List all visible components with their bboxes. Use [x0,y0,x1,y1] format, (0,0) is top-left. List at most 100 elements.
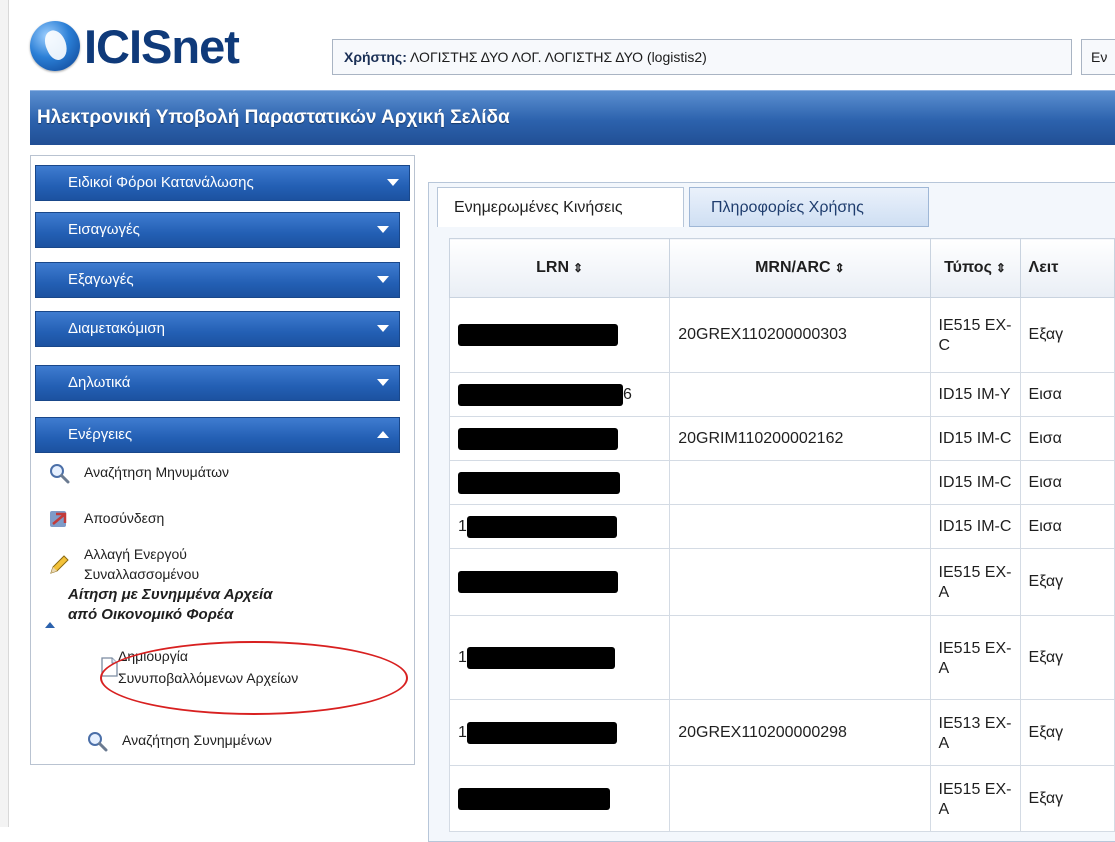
column-header-type[interactable]: Τύπος ⇕ [929,238,1021,298]
chevron-down-icon [377,379,389,386]
table-row[interactable]: ID15 IM-C Εισα [448,460,1115,505]
sidebar-item-create-attachments[interactable]: Δημιουργία Συνυποβαλλόμενων Αρχείων [98,646,398,690]
sort-icon: ⇕ [995,261,1006,275]
subsection-line1: Αίτηση με Συνημμένα Αρχεία [68,586,273,603]
left-edge-strip [0,0,9,827]
chevron-down-icon [377,226,389,233]
column-header-direction[interactable]: Λειτ [1019,238,1115,298]
cell-mrn [669,615,931,700]
cell-lrn: 1 [448,699,671,766]
page-title-bar: Ηλεκτρονική Υποβολή Παραστατικών Αρχική … [30,90,1115,145]
sidebar-item-logout[interactable]: Αποσύνδεση [48,508,378,530]
globe-icon [30,21,80,71]
tab-updated-movements[interactable]: Ενημερωμένες Κινήσεις [437,187,684,227]
cell-direction: Εισα [1019,460,1115,505]
sidebar-item-label-line1: Δημιουργία [118,648,188,664]
cell-mrn: 20GREX110200000298 [669,699,931,766]
table-row[interactable]: 1 ID15 IM-C Εισα [448,504,1115,549]
cell-mrn [669,765,931,832]
sidebar-item-label: Αναζήτηση Συνημμένων [122,732,272,748]
redacted-lrn [458,471,620,494]
cell-type: IE515 EX- A [929,765,1021,832]
column-header-mrn[interactable]: MRN/ARC ⇕ [669,238,931,298]
column-header-lrn[interactable]: LRN ⇕ [448,238,671,298]
menu-imports[interactable]: Εισαγωγές [35,212,400,248]
menu-label: Ειδικοί Φόροι Κατανάλωσης [68,174,254,191]
sidebar-item-label-line1: Αλλαγή Ενεργού [84,546,187,562]
cell-direction: Εξαγ [1019,615,1115,700]
table-row[interactable]: IE515 EX- A Εξαγ [448,548,1115,616]
document-icon [101,657,118,677]
chevron-down-icon [387,179,399,186]
cell-mrn: 20GRIM110200002162 [669,416,931,461]
cell-direction: Εισα [1019,416,1115,461]
redacted-lrn [458,427,618,450]
cell-direction: Εξαγ [1019,297,1115,373]
cell-mrn [669,460,931,505]
menu-exports[interactable]: Εξαγωγές [35,262,400,298]
chevron-down-icon [377,325,389,332]
redacted-lrn [466,721,617,744]
header-side-box[interactable]: Εν [1081,39,1115,75]
app-logo[interactable]: ICISnet [30,18,240,74]
sidebar-item-change-trader[interactable]: Αλλαγή Ενεργού Συναλλασσομένου [48,544,378,588]
table-row[interactable]: 20GREX110200000303 IE515 EX- C Εξαγ [448,297,1115,373]
menu-excise-taxes[interactable]: Ειδικοί Φόροι Κατανάλωσης [35,165,410,201]
redacted-lrn [458,571,618,593]
collapse-arrow-icon[interactable] [45,622,55,628]
menu-actions[interactable]: Ενέργειες [35,417,400,453]
movements-table: LRN ⇕ MRN/ARC ⇕ Τύπος ⇕ Λειτ 20GREX11020000… [448,238,1115,832]
cell-lrn: 1 [448,504,671,549]
redacted-lrn [458,383,623,406]
table-row[interactable]: IE515 EX- A Εξαγ [448,765,1115,832]
page-title: Ηλεκτρονική Υποβολή Παραστατικών Αρχική … [37,107,510,128]
redacted-lrn [466,515,617,538]
subsection-line2: από Οικονομικό Φορέα [68,606,234,623]
cell-mrn [669,548,931,616]
table-row[interactable]: 1 IE515 EX- A Εξαγ [448,615,1115,700]
chevron-up-icon [377,431,389,438]
cell-type: ID15 IM-Y [929,372,1021,417]
redacted-lrn [458,787,610,810]
logo-text: ICISnet [84,19,240,73]
cell-type: IE515 EX- A [929,548,1021,616]
cell-lrn [448,416,671,461]
cell-type: IE513 EX- A [929,699,1021,766]
magnifier-icon [50,464,70,484]
cell-direction: Εισα [1019,504,1115,549]
tab-usage-info[interactable]: Πληροφορίες Χρήσης [689,187,929,227]
user-value: ΛΟΓΙΣΤΗΣ ΔΥΟ ΛΟΓ. ΛΟΓΙΣΤΗΣ ΔΥΟ (logistis… [410,49,707,65]
magnifier-icon [88,732,108,752]
cell-lrn: 6 [448,372,671,417]
chevron-down-icon [377,276,389,283]
sort-icon: ⇕ [573,261,584,275]
table-row[interactable]: 1 20GREX110200000298 IE513 EX- A Εξαγ [448,699,1115,766]
menu-label: Εισαγωγές [68,221,140,238]
cell-lrn [448,297,671,373]
sidebar-item-search-attachments[interactable]: Αναζήτηση Συνημμένων [86,730,386,752]
cell-direction: Εξαγ [1019,699,1115,766]
cell-direction: Εξαγ [1019,765,1115,832]
table-row[interactable]: 20GRIM110200002162 ID15 IM-C Εισα [448,416,1115,461]
cell-mrn [669,372,931,417]
sidebar-item-search-messages[interactable]: Αναζήτηση Μηνυμάτων [48,462,378,484]
cell-mrn: 20GREX110200000303 [669,297,931,373]
table-row[interactable]: 6 ID15 IM-Y Εισα [448,372,1115,417]
cell-type: IE515 EX- C [929,297,1021,373]
cell-type: IE515 EX- A [929,615,1021,700]
menu-transit[interactable]: Διαμετακόμιση [35,311,400,347]
cell-type: ID15 IM-C [929,504,1021,549]
pencil-icon [50,555,69,574]
menu-label: Εξαγωγές [68,271,134,288]
cell-mrn [669,504,931,549]
cell-direction: Εισα [1019,372,1115,417]
redacted-lrn [458,324,618,346]
menu-manifests[interactable]: Δηλωτικά [35,365,400,401]
sidebar-item-label: Αναζήτηση Μηνυμάτων [84,464,230,480]
menu-label: Δηλωτικά [68,374,131,391]
cell-type: ID15 IM-C [929,416,1021,461]
sidebar-subsection-title[interactable]: Αίτηση με Συνημμένα Αρχεία από Οικονομικ… [68,585,273,625]
sort-icon: ⇕ [834,261,845,275]
menu-label: Ενέργειες [68,426,133,443]
cell-direction: Εξαγ [1019,548,1115,616]
